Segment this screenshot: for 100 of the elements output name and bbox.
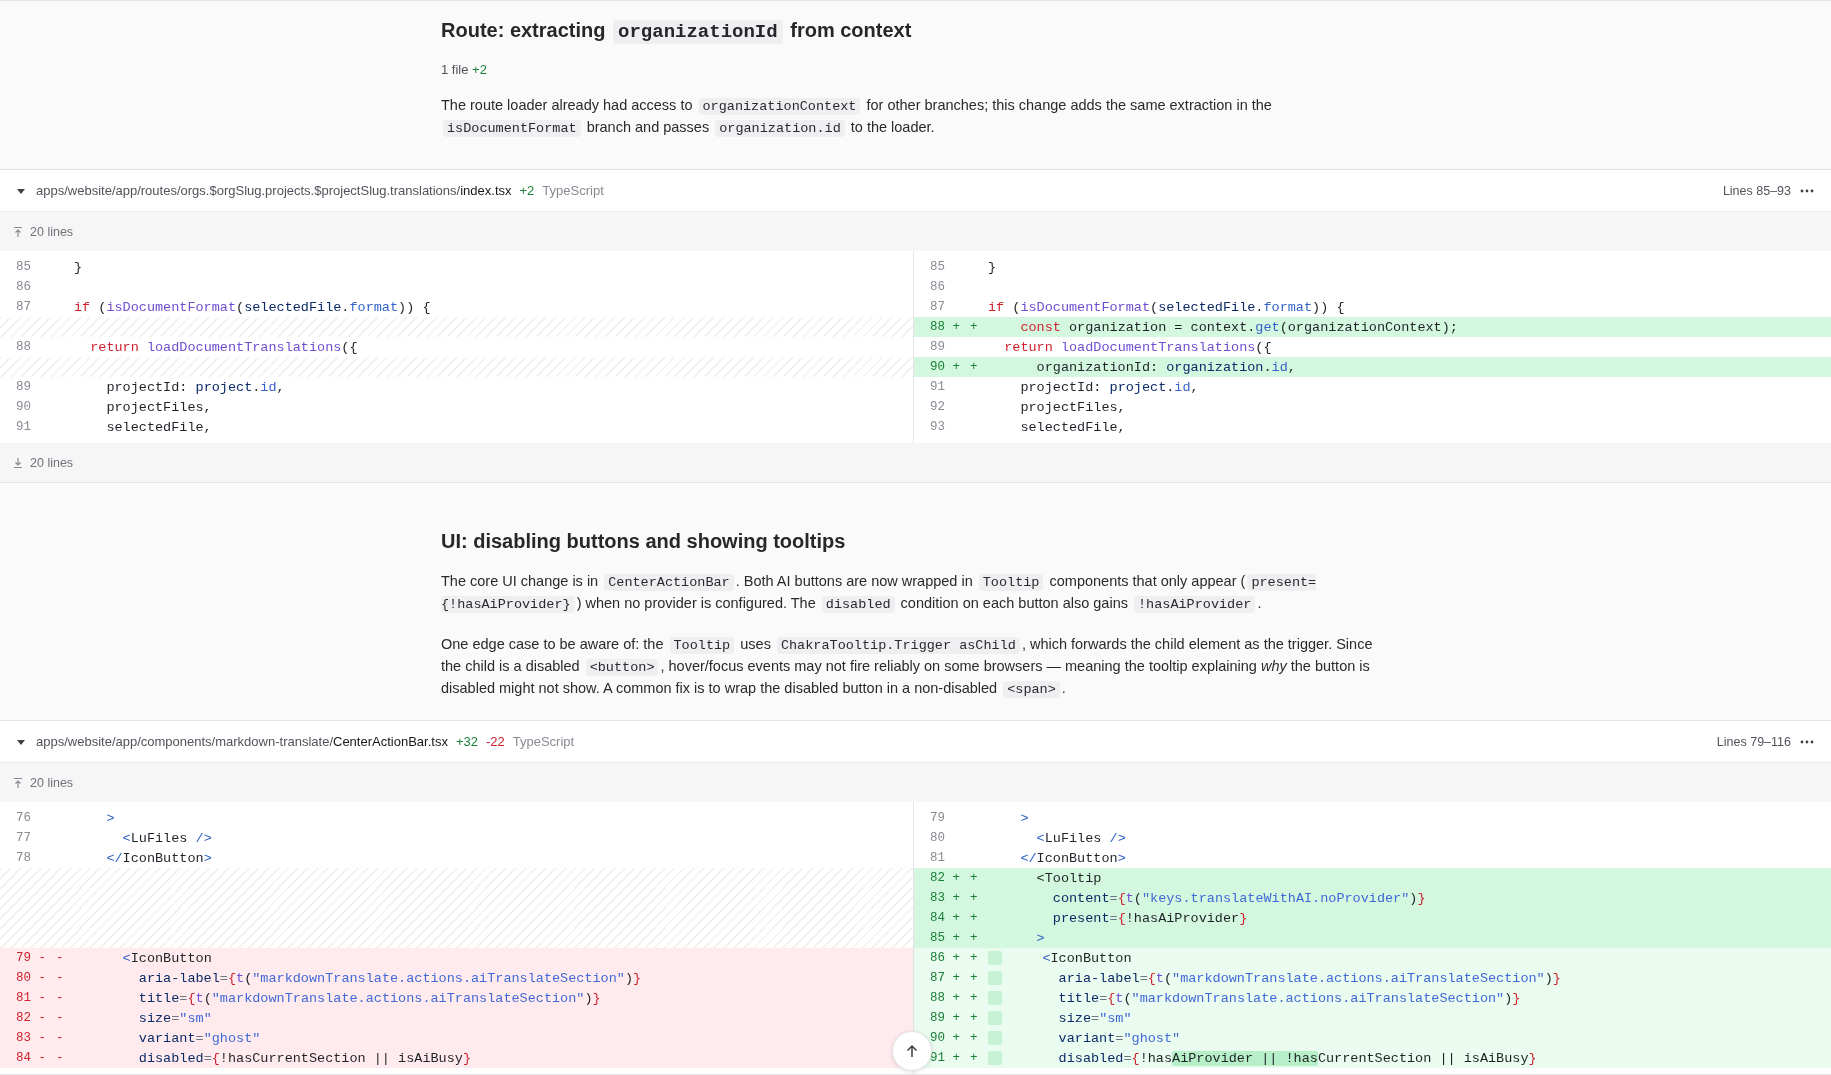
diff-sign: + <box>970 1031 979 1045</box>
additions-count: +32 <box>455 734 478 749</box>
code-line: selectedFile, <box>1019 419 1126 435</box>
expand-lines-button[interactable]: 20 lines <box>0 763 1831 802</box>
diff-sign: + <box>970 360 979 374</box>
line-number: 81 - <box>16 991 47 1005</box>
code-line: projectFiles, <box>1019 399 1126 415</box>
line-number: 89 <box>16 380 32 394</box>
code-line: disabled={!hasCurrentSection || isAiBusy} <box>137 1050 471 1066</box>
line-number: 87 <box>16 300 32 314</box>
line-number: 90 <box>16 400 32 414</box>
code-line: <LuFiles /> <box>1035 830 1126 846</box>
diff-sign: + <box>970 320 979 334</box>
line-number: 90 + <box>930 1031 961 1045</box>
description-paragraph: The route loader already had access to organizationContext for other branches; this change adds the same extraction in the isDocumentFormat branch and passes organization.id to the loader. <box>441 96 1273 139</box>
code-line: } <box>988 259 997 275</box>
line-number: 80 - <box>16 971 47 985</box>
code-line: const organization = context.get(organizationContext); <box>1019 319 1458 335</box>
code-line: <IconButton <box>121 950 212 966</box>
diff-sign: + <box>970 1051 979 1065</box>
arrow-up-icon <box>12 225 24 238</box>
arrow-down-icon <box>12 456 24 469</box>
diff-sign: - <box>56 1011 65 1025</box>
diff-sign: + <box>970 871 979 885</box>
line-number: 86 <box>930 280 946 294</box>
code-line: <Tooltip <box>1035 870 1102 886</box>
section-heading: UI: disabling buttons and showing tooltips <box>441 529 847 554</box>
code-line: if (isDocumentFormat(selectedFile.format)) { <box>74 299 431 315</box>
code-line: > <box>105 810 115 826</box>
line-number: 85 + <box>930 931 961 945</box>
diff-sign: + <box>970 891 979 905</box>
expand-lines-button[interactable]: 20 lines <box>0 212 1831 251</box>
file-path[interactable]: apps/website/app/components/markdown-translate/CenterActionBar.tsx <box>36 734 448 749</box>
code-line: projectFiles, <box>105 399 212 415</box>
line-number: 89 + <box>930 1011 961 1025</box>
code-line: } <box>74 259 83 275</box>
code-line: <IconButton <box>1041 950 1132 966</box>
line-number: 80 <box>930 831 946 845</box>
diff-sign: - <box>56 971 65 985</box>
code-line: projectId: project.id, <box>1019 379 1199 395</box>
code-line: title={t("markdownTranslate.actions.aiTranslateSection")} <box>137 990 601 1006</box>
line-number: 87 + <box>930 971 961 985</box>
code-line: present={!hasAiProvider} <box>1051 910 1248 926</box>
expand-lines-button[interactable]: 20 lines <box>0 443 1831 482</box>
deletions-count: -22 <box>485 734 505 749</box>
diff-sign: + <box>970 971 979 985</box>
code-line: size="sm" <box>1057 1010 1132 1026</box>
line-number: 82 + <box>930 871 961 885</box>
line-number: 78 <box>16 851 32 865</box>
code-line: size="sm" <box>137 1010 212 1026</box>
diff-sign: - <box>56 1031 65 1045</box>
line-number: 83 - <box>16 1031 47 1045</box>
line-number: 76 <box>16 811 32 825</box>
line-number: 90 + <box>930 360 961 374</box>
description-paragraph: One edge case to be aware of: the Tooltip uses ChakraTooltip.Trigger asChild , which forwards the child element as the trigger. Since the child is a disabled <button> , hover/focus events may not fire reliably on some browsers — meaning the tooltip explaining why the button is disabled might not show. A common fix is to wrap the disabled button in a non-disabled <span> . <box>441 635 1374 700</box>
section-heading: Route: extracting organizationId from context <box>441 18 913 46</box>
code-line: return loadDocumentTranslations({ <box>1003 339 1272 355</box>
line-number: 88 + <box>930 991 961 1005</box>
diff-sign: + <box>970 991 979 1005</box>
line-number: 89 <box>930 340 946 354</box>
code-line: title={t("markdownTranslate.actions.aiTranslateSection")} <box>1057 990 1521 1006</box>
line-number: 91 <box>930 380 946 394</box>
line-number: 88 <box>16 340 32 354</box>
code-line: variant="ghost" <box>137 1030 261 1046</box>
code-line: disabled={!hasAiProvider || !hasCurrentSection || isAiBusy} <box>1057 1050 1537 1066</box>
line-number: 84 + <box>930 911 961 925</box>
line-number: 91 <box>16 420 32 434</box>
diff-sign: + <box>970 911 979 925</box>
additions-count: +2 <box>519 183 535 198</box>
diff-sign: + <box>970 951 979 965</box>
code-line: > <box>1019 810 1029 826</box>
line-range: Lines 79–116 <box>1716 734 1791 749</box>
code-line: </IconButton> <box>105 850 212 866</box>
code-line: if (isDocumentFormat(selectedFile.format)) { <box>988 299 1345 315</box>
line-number: 83 + <box>930 891 961 905</box>
code-line: </IconButton> <box>1019 850 1126 866</box>
line-number: 91 + <box>930 1051 961 1065</box>
arrow-up-icon <box>904 1043 920 1059</box>
file-path[interactable]: apps/website/app/routes/orgs.$orgSlug.projects.$projectSlug.translations/index.tsx <box>36 183 512 198</box>
line-number: 82 - <box>16 1011 47 1025</box>
line-number: 79 - <box>16 951 47 965</box>
diff-sign: + <box>970 1011 979 1025</box>
code-line: > <box>1035 930 1045 946</box>
line-range: Lines 85–93 <box>1722 183 1791 198</box>
code-line: variant="ghost" <box>1057 1030 1181 1046</box>
language-label: TypeScript <box>512 734 575 749</box>
diff-sign: - <box>56 1051 65 1065</box>
description-paragraph: The core UI change is in CenterActionBar . Both AI buttons are now wrapped in Tooltip components that only appear ( present={!hasAiProvider} ) when no provider is configured. The disabled condition on each button also gains !hasAiProvider . <box>441 572 1318 615</box>
code-line: projectId: project.id, <box>105 379 285 395</box>
line-number: 84 - <box>16 1051 47 1065</box>
code-line: <LuFiles /> <box>121 830 212 846</box>
line-number: 88 + <box>930 320 961 334</box>
diff-sign: + <box>970 931 979 945</box>
line-number: 86 + <box>930 951 961 965</box>
line-number: 93 <box>930 420 946 434</box>
line-number: 85 <box>16 260 32 274</box>
diff-sign: - <box>56 991 65 1005</box>
code-line: return loadDocumentTranslations({ <box>89 339 358 355</box>
code-line: aria-label={t("markdownTranslate.actions.aiTranslateSection")} <box>1057 970 1561 986</box>
code-line: content={t("keys.translateWithAI.noProvider")} <box>1051 890 1426 906</box>
